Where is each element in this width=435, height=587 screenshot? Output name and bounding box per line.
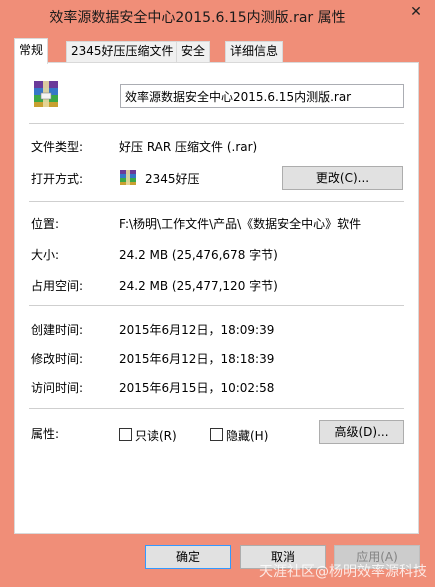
close-icon: ✕ xyxy=(410,4,422,20)
file-type-value: 好压 RAR 压缩文件 (.rar) xyxy=(119,140,258,154)
hidden-label[interactable]: 隐藏(H) xyxy=(226,427,268,444)
close-button[interactable]: ✕ xyxy=(403,2,429,22)
general-panel: 效率源数据安全中心2015.6.15内测版.rar 文件类型: 好压 RAR 压… xyxy=(14,62,419,534)
opens-with-label: 打开方式: xyxy=(31,172,84,186)
separator xyxy=(29,123,404,124)
separator xyxy=(29,408,404,409)
attributes-label: 属性: xyxy=(31,427,60,441)
location-value: F:\杨明\工作文件\产品\《数据安全中心》软件 xyxy=(119,217,362,231)
opens-with-value: 2345好压 xyxy=(145,172,200,186)
tab-haozip[interactable]: 2345好压压缩文件 xyxy=(66,41,179,62)
tab-general[interactable]: 常规 xyxy=(14,38,49,64)
hidden-checkbox[interactable] xyxy=(210,428,223,441)
disk-size-label: 占用空间: xyxy=(31,279,84,293)
size-value: 24.2 MB (25,476,678 字节) xyxy=(119,248,278,262)
ok-button[interactable]: 确定 xyxy=(145,545,231,569)
separator xyxy=(29,305,404,306)
modified-label: 修改时间: xyxy=(31,352,84,366)
tab-details[interactable]: 详细信息 xyxy=(225,41,284,62)
title-bar[interactable]: 效率源数据安全中心2015.6.15内测版.rar 属性 ✕ xyxy=(0,0,435,32)
created-label: 创建时间: xyxy=(31,323,84,337)
window-title: 效率源数据安全中心2015.6.15内测版.rar 属性 xyxy=(49,10,346,26)
created-value: 2015年6月12日，18:09:39 xyxy=(119,323,275,337)
advanced-button[interactable]: 高级(D)... xyxy=(319,420,404,444)
watermark: 天涯社区@杨明效率源科技 xyxy=(259,564,427,580)
size-label: 大小: xyxy=(31,248,60,262)
readonly-label[interactable]: 只读(R) xyxy=(135,427,177,444)
accessed-value: 2015年6月15日，10:02:58 xyxy=(119,381,275,395)
location-label: 位置: xyxy=(31,217,60,231)
winrar-archive-icon xyxy=(34,81,58,107)
haozip-icon xyxy=(120,170,136,185)
change-button[interactable]: 更改(C)... xyxy=(282,166,403,190)
accessed-label: 访问时间: xyxy=(31,381,84,395)
file-name-field[interactable]: 效率源数据安全中心2015.6.15内测版.rar xyxy=(120,84,404,108)
dialog-footer: 确定 取消 应用(A) 天涯社区@杨明效率源科技 xyxy=(0,535,435,587)
modified-value: 2015年6月12日，18:18:39 xyxy=(119,352,275,366)
tab-security[interactable]: 安全 xyxy=(176,41,211,62)
separator xyxy=(29,201,404,202)
readonly-checkbox[interactable] xyxy=(119,428,132,441)
file-type-label: 文件类型: xyxy=(31,140,84,154)
disk-size-value: 24.2 MB (25,477,120 字节) xyxy=(119,279,278,293)
